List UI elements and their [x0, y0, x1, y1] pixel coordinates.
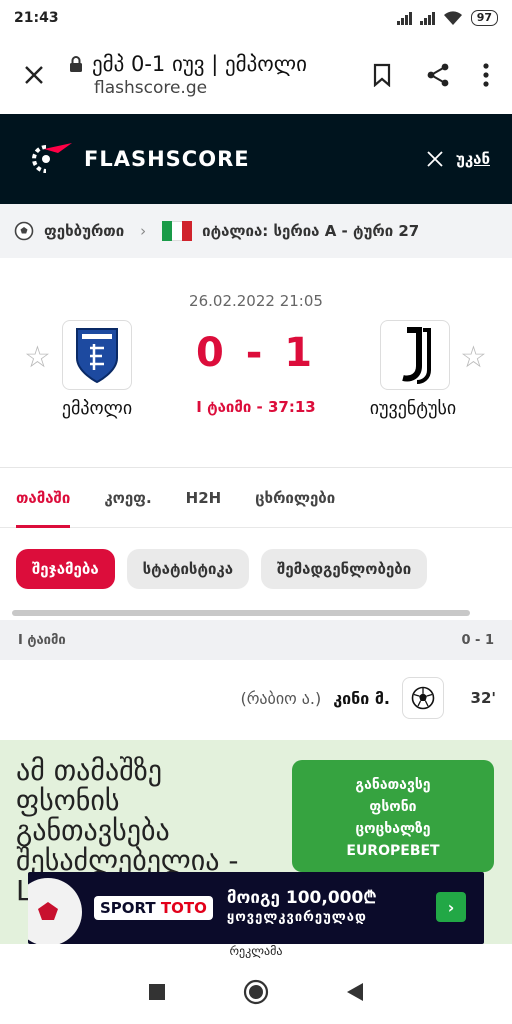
back-icon[interactable] — [346, 982, 364, 1002]
breadcrumb-league[interactable]: იტალია: სერია A - ტური 27 — [202, 222, 419, 240]
subtab-lineups[interactable]: შემადგენლობები — [261, 549, 428, 589]
clock: 21:43 — [14, 10, 59, 26]
logo-mark-icon — [32, 143, 72, 173]
system-nav-bar — [0, 960, 512, 1024]
address-bar[interactable]: ემპ 0-1 იუვ | ემპოლი flashscore.ge — [68, 52, 348, 98]
assist-player: (რაბიო ა.) — [240, 688, 322, 708]
subtabs-scrollbar[interactable] — [12, 610, 470, 616]
football-icon — [411, 686, 435, 710]
period-label: I ტაიმი — [18, 632, 66, 648]
lock-icon — [70, 56, 82, 72]
incident-row[interactable]: (რაბიო ა.) კინი მ. 32' — [0, 660, 512, 736]
page-title-row: ემპ 0-1 იუვ | ემპოლი — [68, 52, 348, 76]
banner-line-1: მოიგე 100,000₾ — [226, 888, 377, 908]
subtabs: შეჯამება სტატისტიკა შემადგენლობები — [0, 528, 512, 610]
breadcrumb: ფეხბურთი › იტალია: სერია A - ტური 27 — [0, 204, 512, 258]
brand-name: FLASHSCORE — [84, 147, 250, 171]
flashscore-logo[interactable]: FLASHSCORE — [28, 141, 250, 177]
tab-odds[interactable]: კოეფ. — [104, 468, 151, 528]
incident-minute: 32' — [470, 689, 496, 707]
away-team-name[interactable]: იუვენტუსი — [338, 398, 488, 419]
more-menu-button[interactable] — [472, 53, 500, 97]
page-domain: flashscore.ge — [94, 78, 208, 98]
banner-copy: მოიგე 100,000₾ ყოველკვირეულად — [227, 888, 377, 928]
chevron-right-icon: › — [447, 897, 455, 917]
favorite-away-star-icon[interactable]: ☆ — [460, 340, 487, 375]
period-score: 0 - 1 — [461, 632, 494, 648]
bookmark-icon — [373, 63, 391, 87]
back-link[interactable]: უკან — [426, 150, 490, 168]
match-header: 26.02.2022 21:05 ☆ ემპოლი 0 - 1 I ტაიმი … — [0, 258, 512, 468]
juventus-crest-icon — [402, 327, 431, 384]
wifi-icon — [443, 11, 462, 25]
match-tabs: თამაში კოეფ. H2H ცხრილები — [0, 468, 512, 528]
banner-line-2: ყოველკვირეულად — [226, 910, 367, 925]
sporttoto-banner[interactable]: SPORT TOTO მოიგე 100,000₾ ყოველკვირეულად… — [28, 872, 484, 944]
sporttoto-logo: SPORT TOTO — [94, 896, 213, 920]
ad-cta-line: ფსონი — [369, 799, 417, 815]
football-icon — [14, 221, 34, 241]
back-label: უკან — [455, 150, 490, 168]
share-button[interactable] — [416, 53, 460, 97]
subtab-summary[interactable]: შეჯამება — [16, 549, 115, 589]
page-title: ემპ 0-1 იუვ | ემპოლი — [92, 52, 308, 76]
site-header: FLASHSCORE უკან — [0, 114, 512, 204]
banner-arrow-button[interactable]: › — [436, 892, 466, 922]
sporttoto-logo-accent: TOTO — [160, 899, 207, 917]
goal-icon — [402, 677, 444, 719]
tab-standings[interactable]: ცხრილები — [255, 468, 335, 528]
battery-indicator: 97 — [470, 10, 498, 26]
breadcrumb-sport[interactable]: ფეხბურთი — [44, 222, 124, 240]
status-bar: 21:43 97 — [0, 0, 512, 36]
more-vert-icon — [483, 63, 489, 87]
ad-label: რეკლამა — [0, 944, 512, 958]
away-team-logo[interactable] — [380, 320, 450, 390]
close-icon — [25, 66, 43, 84]
close-icon — [427, 151, 443, 167]
status-icons: 97 — [396, 10, 498, 26]
signal-icon — [396, 11, 412, 25]
home-icon[interactable] — [243, 979, 269, 1005]
sporttoto-logo-main: SPORT — [100, 899, 156, 917]
betting-ad[interactable]: ამ თამაშზე ფსონის განთავსება შესაძლებელი… — [0, 740, 512, 958]
italy-flag-icon — [162, 221, 193, 241]
ad-cta-line: განათავსე — [355, 777, 431, 793]
share-icon — [427, 63, 449, 87]
ad-cta-line: EUROPEBET — [346, 843, 440, 859]
ball-graphic — [28, 872, 86, 944]
browser-toolbar: ემპ 0-1 იუვ | ემპოლი flashscore.ge — [0, 36, 512, 114]
signal-icon-2 — [419, 11, 435, 25]
match-date: 26.02.2022 21:05 — [189, 292, 323, 310]
bookmark-button[interactable] — [360, 53, 404, 97]
ad-cta-line: ცოცხალზე — [355, 821, 431, 837]
period-header: I ტაიმი 0 - 1 — [0, 620, 512, 660]
recent-apps-icon[interactable] — [148, 983, 166, 1001]
tab-match[interactable]: თამაში — [16, 468, 71, 528]
tab-h2h[interactable]: H2H — [186, 468, 222, 528]
football-icon — [28, 878, 82, 944]
close-tab-button[interactable] — [12, 53, 56, 97]
chevron-right-icon: › — [140, 222, 147, 240]
subtab-statistics[interactable]: სტატისტიკა — [126, 549, 250, 589]
goal-scorer[interactable]: კინი მ. — [333, 689, 390, 708]
ad-cta-button[interactable]: განათავსე ფსონი ცოცხალზე EUROPEBET — [292, 760, 494, 872]
